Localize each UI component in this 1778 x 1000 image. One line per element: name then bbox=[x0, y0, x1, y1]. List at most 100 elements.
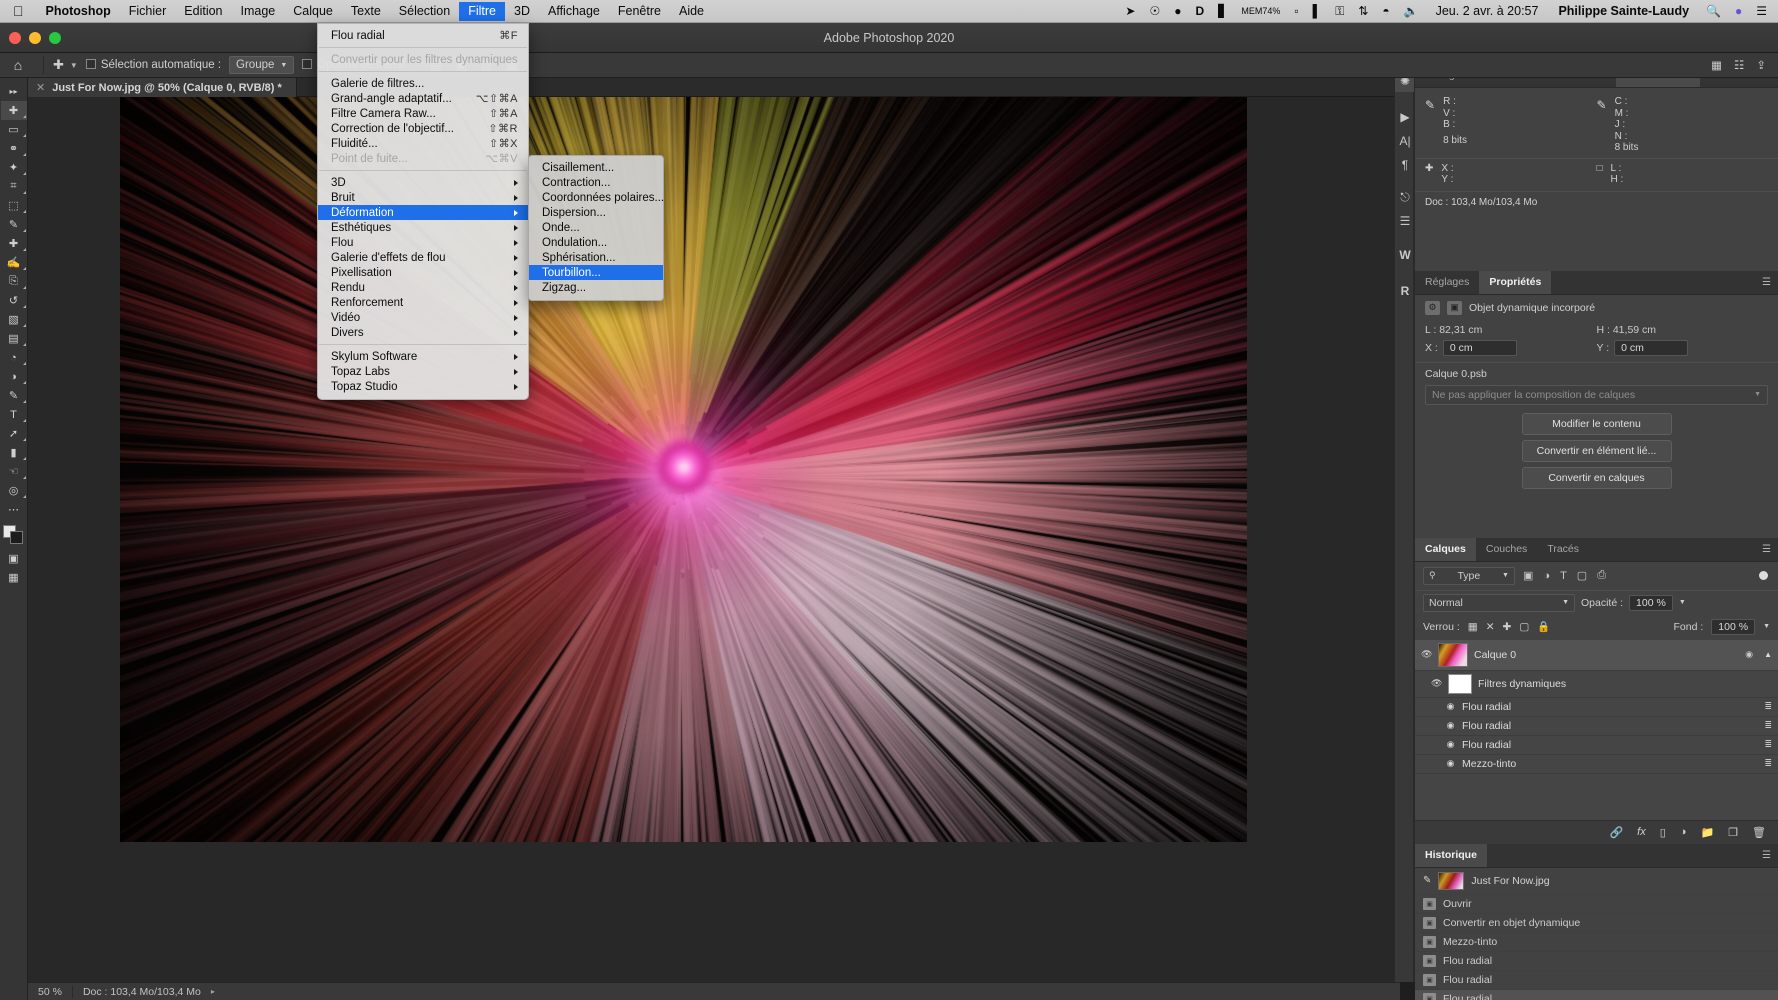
list-item[interactable]: ▣ Mezzo-tinto bbox=[1415, 933, 1778, 952]
opacity-value[interactable]: 100 % bbox=[1629, 595, 1673, 611]
menu-item-filtre-camera-raw[interactable]: Filtre Camera Raw... ⇧⌘A bbox=[318, 106, 528, 121]
tool-healing-brush[interactable]: ✚ bbox=[1, 234, 27, 253]
tool-eraser[interactable]: ▧ bbox=[1, 310, 27, 329]
smart-filter-icon[interactable]: ⎙ bbox=[1595, 569, 1608, 582]
history-snapshot-row[interactable]: ✎ Just For Now.jpg bbox=[1415, 868, 1778, 895]
lock-all-icon[interactable]: 🔒 bbox=[1537, 620, 1550, 633]
submenu-item-ondulation[interactable]: Ondulation... bbox=[529, 235, 663, 250]
group-dropdown[interactable]: Groupe▼ bbox=[229, 56, 294, 74]
siri-icon[interactable]: ● bbox=[1728, 4, 1749, 18]
layer-visibility-icon[interactable]: ◉ bbox=[1445, 739, 1456, 750]
bulb-icon[interactable]: ⚿ bbox=[1328, 4, 1351, 18]
zoom-level[interactable]: 50 % bbox=[28, 986, 72, 998]
menu-texte[interactable]: Texte bbox=[342, 2, 390, 21]
layer-visibility-icon[interactable]: ◉ bbox=[1445, 701, 1456, 712]
foreground-background-swatches[interactable] bbox=[3, 525, 25, 545]
image-canvas[interactable] bbox=[120, 97, 1247, 842]
filter-options-icon[interactable]: ≣ bbox=[1764, 701, 1772, 712]
filter-mask-thumbnail[interactable] bbox=[1448, 674, 1472, 694]
menu-item-esthetiques[interactable]: Esthétiques bbox=[318, 220, 528, 235]
document-tab[interactable]: ✕ Just For Now.jpg @ 50% (Calque 0, RVB/… bbox=[28, 78, 297, 97]
layer-filter-type-select[interactable]: ⚲ Type ▼ bbox=[1423, 567, 1515, 585]
move-tool-icon[interactable]: ✚ bbox=[51, 57, 66, 73]
submenu-item-zigzag[interactable]: Zigzag... bbox=[529, 280, 663, 295]
tab-calques[interactable]: Calques bbox=[1415, 538, 1476, 561]
filter-options-icon[interactable]: ≣ bbox=[1764, 758, 1772, 769]
panel-menu-icon[interactable]: ☰ bbox=[1762, 850, 1771, 861]
chevron-down-icon[interactable]: ▼ bbox=[1763, 623, 1770, 630]
fill-value[interactable]: 100 % bbox=[1711, 619, 1755, 635]
panel-menu-icon[interactable]: ☰ bbox=[1762, 544, 1771, 555]
canvas-area[interactable] bbox=[28, 97, 1400, 982]
auto-select-box[interactable] bbox=[86, 59, 96, 69]
fx-icon[interactable]: fx bbox=[1637, 826, 1646, 838]
submenu-item-coordonnees-polaires[interactable]: Coordonnées polaires... bbox=[529, 190, 663, 205]
adjustment-icon[interactable]: ◑ bbox=[1680, 826, 1687, 838]
layer-comp-select[interactable]: Ne pas appliquer la composition de calqu… bbox=[1425, 385, 1768, 405]
convert-to-layers-button[interactable]: Convertir en calques bbox=[1522, 467, 1672, 489]
x-field[interactable]: 0 cm bbox=[1443, 340, 1517, 356]
document-size-info[interactable]: Doc : 103,4 Mo/103,4 Mo bbox=[73, 986, 211, 998]
bluetooth-icon[interactable]: ⇅ bbox=[1351, 4, 1375, 18]
wifi-icon[interactable]: ◓ bbox=[1375, 4, 1396, 18]
deformation-submenu[interactable]: Cisaillement... Contraction... Coordonné… bbox=[528, 155, 664, 301]
layer-visibility-icon[interactable]: ◉ bbox=[1445, 758, 1456, 769]
maximize-window-button[interactable] bbox=[49, 32, 61, 44]
tool-move[interactable]: ✚ bbox=[1, 101, 27, 120]
adjustment-filter-icon[interactable]: ◑ bbox=[1541, 570, 1552, 582]
r-icon[interactable]: R bbox=[1395, 280, 1415, 302]
edit-content-button[interactable]: Modifier le contenu bbox=[1522, 413, 1672, 435]
tool-quick-select[interactable]: ✦ bbox=[1, 158, 27, 177]
tool-frame[interactable]: ⬚ bbox=[1, 196, 27, 215]
blend-mode-select[interactable]: Normal ▼ bbox=[1423, 594, 1575, 612]
screen-mode-icon[interactable]: ▦ bbox=[1, 568, 27, 587]
minimize-window-button[interactable] bbox=[29, 32, 41, 44]
menu-calque[interactable]: Calque bbox=[284, 2, 342, 21]
menu-fenetre[interactable]: Fenêtre bbox=[609, 2, 670, 21]
list-item[interactable]: ▣ Flou radial bbox=[1415, 952, 1778, 971]
menu-item-deformation[interactable]: Déformation bbox=[318, 205, 528, 220]
menu-item-topaz-labs[interactable]: Topaz Labs bbox=[318, 364, 528, 379]
menu-item-divers[interactable]: Divers bbox=[318, 325, 528, 340]
tab-historique[interactable]: Historique bbox=[1415, 844, 1487, 867]
layer-visibility-icon[interactable]: 👁 bbox=[1431, 678, 1442, 689]
menu-item-correction-objectif[interactable]: Correction de l'objectif... ⇧⌘R bbox=[318, 121, 528, 136]
menu-item-rendu[interactable]: Rendu bbox=[318, 280, 528, 295]
mask-icon[interactable]: ▯ bbox=[1660, 826, 1666, 839]
shape-filter-icon[interactable]: ▢ bbox=[1575, 569, 1589, 582]
background-color-swatch[interactable] bbox=[10, 531, 23, 544]
convert-to-linked-button[interactable]: Convertir en élément lié... bbox=[1522, 440, 1672, 462]
menu-item-grand-angle-adaptatif[interactable]: Grand-angle adaptatif... ⌥⇧⌘A bbox=[318, 91, 528, 106]
chevron-down-icon[interactable]: ▼ bbox=[66, 61, 86, 70]
table-row[interactable]: ◉ Flou radial ≣ bbox=[1415, 717, 1778, 736]
menu-filtre[interactable]: Filtre bbox=[459, 2, 505, 21]
table-row[interactable]: ◉ Mezzo-tinto ≣ bbox=[1415, 755, 1778, 774]
library-icon[interactable]: ☰ bbox=[1395, 210, 1415, 232]
paragraph-icon[interactable]: ¶ bbox=[1395, 154, 1415, 176]
menubar-clock[interactable]: Jeu. 2 avr. à 20:57 bbox=[1426, 4, 1549, 18]
list-item[interactable]: ▣ Flou radial bbox=[1415, 971, 1778, 990]
menu-item-pixellisation[interactable]: Pixellisation bbox=[318, 265, 528, 280]
workspace-switch-icon[interactable]: ▦ bbox=[1711, 58, 1722, 72]
tool-lasso[interactable]: ⚭ bbox=[1, 139, 27, 158]
filter-toggle-icon[interactable] bbox=[1759, 571, 1768, 580]
list-item[interactable]: ▣ Ouvrir bbox=[1415, 895, 1778, 914]
tab-proprietes[interactable]: Propriétés bbox=[1479, 271, 1551, 294]
tab-reglages[interactable]: Réglages bbox=[1415, 271, 1479, 294]
menu-photoshop[interactable]: Photoshop bbox=[37, 2, 120, 21]
share-icon[interactable]: ⇪ bbox=[1756, 58, 1766, 72]
transform-options-box[interactable] bbox=[302, 59, 312, 69]
layer-visibility-icon[interactable]: ◉ bbox=[1445, 720, 1456, 731]
delete-icon[interactable]: 🗑 bbox=[1752, 826, 1766, 839]
memory-indicator[interactable]: MEM 74% bbox=[1234, 8, 1287, 15]
menu-3d[interactable]: 3D bbox=[505, 2, 539, 21]
pin-icon[interactable]: ● bbox=[1167, 4, 1188, 18]
menu-item-video[interactable]: Vidéo bbox=[318, 310, 528, 325]
filter-options-icon[interactable]: ≣ bbox=[1764, 739, 1772, 750]
bars-icon[interactable]: ▌ bbox=[1306, 4, 1329, 18]
pixel-filter-icon[interactable]: ▣ bbox=[1521, 569, 1535, 582]
panel-menu-icon[interactable]: ☰ bbox=[1762, 277, 1771, 288]
menu-affichage[interactable]: Affichage bbox=[539, 2, 609, 21]
at-symbol-icon[interactable]: ☉ bbox=[1142, 4, 1167, 18]
arrange-icon[interactable]: ☷ bbox=[1734, 58, 1744, 72]
